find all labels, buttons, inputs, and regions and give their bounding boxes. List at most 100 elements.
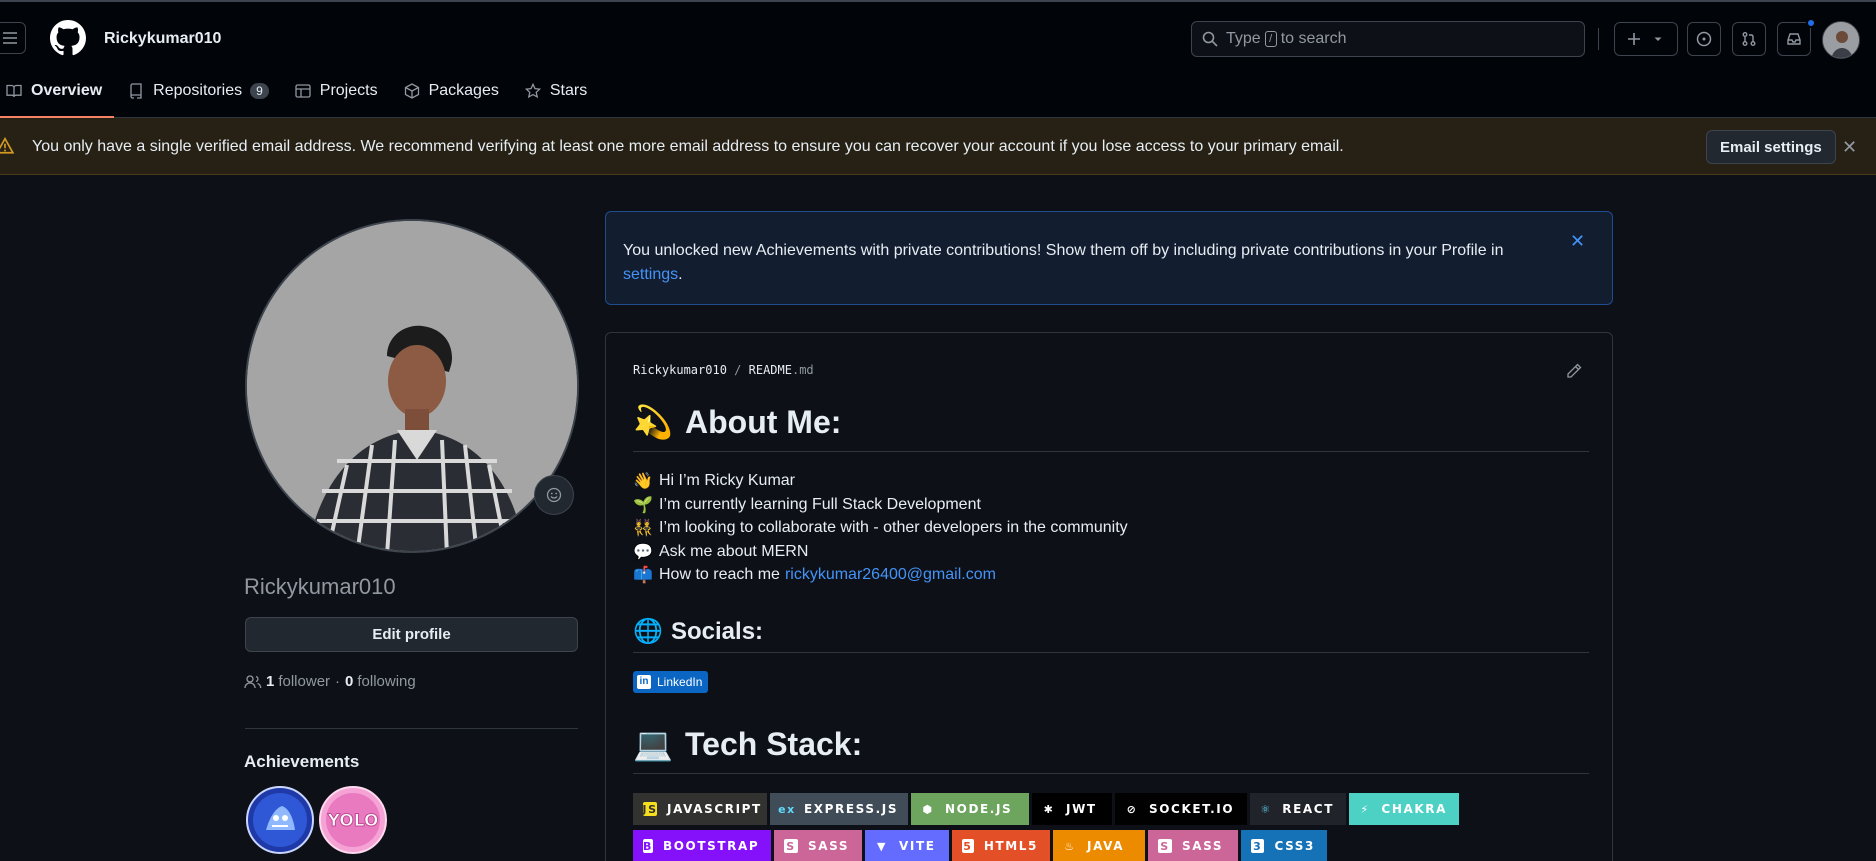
achievement-yolo-badge[interactable]: YOLO — [319, 786, 387, 854]
tech-badge-css3[interactable]: 3 CSS3 — [1241, 830, 1327, 861]
following-label[interactable]: following — [357, 673, 415, 690]
tab-stars-label: Stars — [549, 82, 588, 99]
tech-badge-label: JAVA — [1087, 839, 1125, 853]
email-settings-button[interactable]: Email settings — [1706, 130, 1836, 164]
tech-badge-label: CHAKRA — [1381, 802, 1447, 816]
speech-balloon-icon: 💬 — [633, 544, 653, 561]
header-separator — [1598, 28, 1599, 50]
tech-badge-label: JWT — [1066, 802, 1097, 816]
user-avatar-menu[interactable] — [1822, 21, 1860, 59]
following-count[interactable]: 0 — [345, 673, 353, 690]
linkedin-label: LinkedIn — [657, 675, 703, 689]
search-placeholder-before: Type — [1226, 30, 1261, 47]
tech-stack-heading: 💻 Tech Stack: — [633, 725, 862, 763]
about-me-title: About Me: — [685, 403, 842, 440]
profile-avatar[interactable] — [245, 219, 579, 553]
tech-badge-sass[interactable]: S SASS — [774, 830, 862, 861]
global-header: Rickykumar010 Type / to search Overview … — [0, 2, 1876, 118]
notification-indicator — [1806, 18, 1816, 28]
linkedin-badge[interactable]: in LinkedIn — [633, 671, 709, 693]
tech-badge-vite[interactable]: ▼ VITE — [865, 830, 949, 861]
inbox-button[interactable] — [1777, 22, 1811, 56]
node-js-logo-icon: ⬢ — [922, 802, 934, 816]
about-me-heading: 💫 About Me: — [633, 403, 841, 441]
repo-icon — [130, 83, 142, 99]
waving-hand-icon: 👋 — [633, 473, 653, 490]
banner-close-icon[interactable]: ✕ — [1842, 137, 1857, 158]
tech-badge-label: HTML5 — [983, 839, 1038, 853]
pencil-icon[interactable] — [1566, 363, 1582, 379]
profile-login: Rickykumar010 — [244, 574, 396, 599]
profile-photo-icon — [247, 221, 577, 551]
chakra-logo-icon: ⚡ — [1360, 802, 1370, 816]
laptop-icon: 💻 — [633, 726, 673, 762]
plus-icon — [1628, 33, 1640, 45]
flash-close-icon[interactable]: ✕ — [1570, 231, 1585, 252]
tech-badge-bootstrap[interactable]: B BOOTSTRAP — [633, 830, 771, 861]
tab-overview[interactable]: Overview — [0, 74, 115, 118]
tech-badge-node-js[interactable]: ⬢ NODE.JS — [911, 793, 1029, 825]
edit-profile-button[interactable]: Edit profile — [245, 617, 578, 652]
people-dancing-icon: 👯 — [633, 520, 653, 537]
repositories-count-badge: 9 — [250, 83, 269, 99]
avatar-photo-icon — [1823, 22, 1859, 58]
tech-badge-label: NODE.JS — [945, 802, 1013, 816]
set-status-button[interactable] — [534, 475, 574, 515]
about-line-2-text: I’m currently learning Full Stack Develo… — [659, 496, 981, 513]
tech-badge-react[interactable]: ⚛ REACT — [1250, 793, 1346, 825]
socket-io-logo-icon: ⊘ — [1126, 802, 1138, 816]
tech-badge-label: SOCKET.IO — [1149, 802, 1235, 816]
pull-requests-button[interactable] — [1732, 22, 1766, 56]
about-me-rule — [633, 451, 1589, 452]
achievement-shark-badge[interactable] — [246, 786, 314, 854]
readme-owner-link[interactable]: Rickykumar010 — [633, 363, 727, 377]
search-input[interactable]: Type / to search — [1191, 21, 1585, 57]
issues-button[interactable] — [1687, 22, 1721, 56]
github-logo-icon[interactable] — [50, 20, 86, 56]
tech-badge-java[interactable]: ♨ JAVA — [1053, 830, 1145, 861]
achievements-title[interactable]: Achievements — [244, 752, 359, 772]
tech-badge-express-js[interactable]: ex EXPRESS.JS — [770, 793, 908, 825]
star-icon — [524, 83, 541, 99]
followers-count[interactable]: 1 — [266, 673, 274, 690]
tech-stack-title: Tech Stack: — [685, 725, 863, 762]
css3-logo-icon: 3 — [1251, 839, 1265, 853]
socials-heading: 🌐 Socials: — [633, 617, 763, 646]
flash-message: You unlocked new Achievements with priva… — [623, 239, 1543, 287]
java-logo-icon: ♨ — [1064, 839, 1076, 853]
search-placeholder-after: to search — [1280, 30, 1347, 47]
tech-badge-socket-io[interactable]: ⊘ SOCKET.IO — [1115, 793, 1247, 825]
shark-achievement-icon — [246, 786, 314, 854]
tech-badge-javascript[interactable]: JS JAVASCRIPT — [633, 793, 767, 825]
about-line-3: 👯 I’m looking to collaborate with - othe… — [633, 518, 1128, 538]
create-new-button[interactable] — [1614, 22, 1678, 56]
tab-stars[interactable]: Stars — [519, 74, 599, 118]
readme-file-link[interactable]: README — [749, 363, 792, 377]
bootstrap-logo-icon: B — [643, 839, 653, 853]
followers-label[interactable]: follower — [278, 673, 330, 690]
globe-icon: 🌐 — [633, 618, 663, 645]
vite-logo-icon: ▼ — [876, 839, 888, 853]
header-username[interactable]: Rickykumar010 — [104, 30, 221, 48]
tech-badge-chakra[interactable]: ⚡ CHAKRA — [1349, 793, 1459, 825]
tech-badge-html5[interactable]: 5 HTML5 — [952, 830, 1050, 861]
seedling-icon: 🌱 — [633, 497, 653, 514]
tech-badge-label: REACT — [1282, 802, 1334, 816]
linkedin-icon: in — [637, 675, 651, 689]
flash-settings-link[interactable]: settings — [623, 266, 678, 283]
tech-badge-sass[interactable]: S SASS — [1148, 830, 1238, 861]
tab-packages[interactable]: Packages — [398, 74, 511, 118]
achievements-flash: You unlocked new Achievements with priva… — [605, 211, 1613, 305]
tech-badge-jwt[interactable]: ✱ JWT — [1032, 793, 1112, 825]
tech-badge-label: JAVASCRIPT — [667, 802, 762, 816]
about-line-5: 📫 How to reach me rickykumar26400@gmail.… — [633, 565, 996, 585]
tab-projects[interactable]: Projects — [289, 74, 390, 118]
menu-button[interactable] — [0, 22, 26, 54]
inbox-icon — [1787, 33, 1801, 45]
javascript-logo-icon: JS — [642, 802, 658, 816]
issue-opened-icon — [1696, 31, 1712, 47]
email-link[interactable]: rickykumar26400@gmail.com — [785, 566, 996, 584]
tab-repositories[interactable]: Repositories 9 — [122, 74, 281, 118]
flash-period: . — [678, 266, 683, 283]
tech-badge-label: VITE — [899, 839, 936, 853]
